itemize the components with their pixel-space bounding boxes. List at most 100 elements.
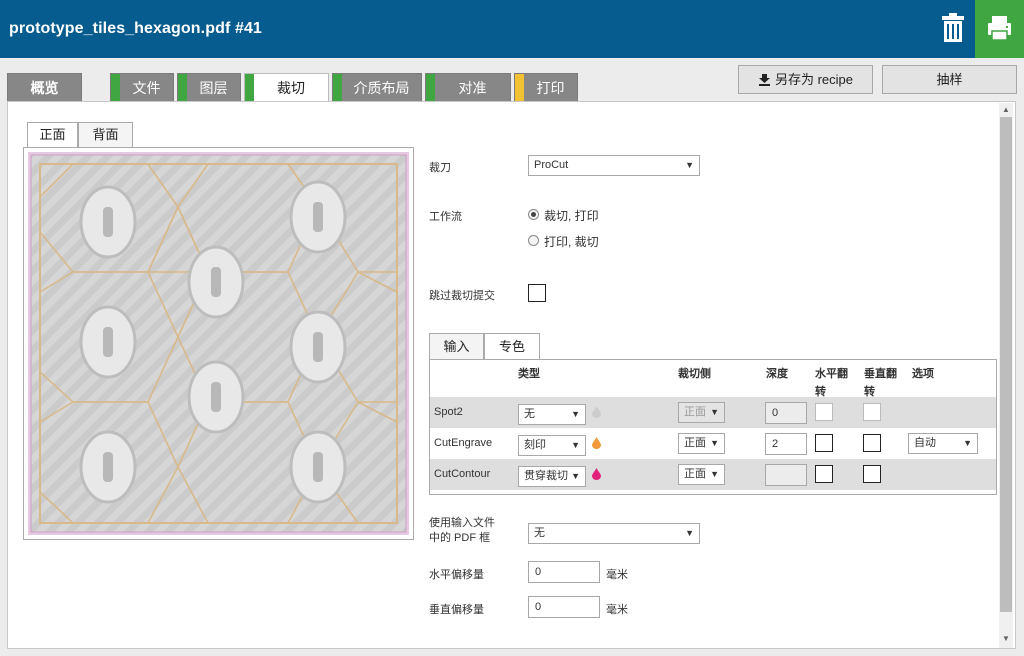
depth-input[interactable]: 2 xyxy=(765,433,807,455)
type-select[interactable]: 无 ▼ xyxy=(518,404,586,425)
tab-label: 输入 xyxy=(443,339,470,354)
chevron-down-icon: ▼ xyxy=(963,438,972,448)
workflow-option-label: 裁切, 打印 xyxy=(544,209,599,223)
tab-label: 图层 xyxy=(199,80,228,96)
workflow-radio-print-cut[interactable] xyxy=(528,235,539,246)
hexagon-tiles-preview xyxy=(28,152,409,535)
cutter-label: 裁刀 xyxy=(429,162,451,174)
status-mark xyxy=(515,74,524,102)
cut-side-select[interactable]: 正面 ▼ xyxy=(678,402,725,423)
tab-label: 打印 xyxy=(536,80,565,96)
printer-icon xyxy=(988,16,1011,41)
title-bar: prototype_tiles_hexagon.pdf #41 xyxy=(0,0,1024,58)
option-select[interactable]: 自动 ▼ xyxy=(908,433,978,454)
pdf-box-label-2: 中的 PDF 框 xyxy=(429,532,491,544)
drop-icon xyxy=(592,468,601,480)
select-value: 自动 xyxy=(914,437,936,449)
horizontal-offset-label: 水平偏移量 xyxy=(429,569,484,581)
cut-side-select[interactable]: 正面 ▼ xyxy=(678,433,725,454)
hflip-checkbox[interactable] xyxy=(815,403,833,421)
status-mark xyxy=(333,74,342,102)
print-button[interactable] xyxy=(975,0,1024,58)
tab-label: 背面 xyxy=(92,127,119,142)
tab-input[interactable]: 输入 xyxy=(429,333,484,360)
tab-label: 专色 xyxy=(498,339,525,354)
select-value: 刻印 xyxy=(524,439,546,451)
save-as-recipe-button[interactable]: 另存为 recipe xyxy=(738,65,873,94)
chevron-down-icon: ▼ xyxy=(710,469,719,479)
download-icon xyxy=(758,74,770,86)
hflip-checkbox[interactable] xyxy=(815,434,833,452)
chevron-down-icon: ▼ xyxy=(571,471,580,481)
status-mark xyxy=(245,74,254,102)
horizontal-offset-input[interactable]: 0 xyxy=(528,561,600,583)
workflow-radio-cut-print[interactable] xyxy=(528,209,539,220)
column-header-vflip: 垂直翻 xyxy=(864,368,897,380)
cutter-select[interactable]: ProCut ▼ xyxy=(528,155,700,176)
document-title: prototype_tiles_hexagon.pdf #41 xyxy=(9,20,262,37)
tab-file[interactable]: 文件 xyxy=(110,73,174,102)
tab-label: 介质布局 xyxy=(353,80,410,96)
vflip-checkbox[interactable] xyxy=(863,465,881,483)
select-value: 无 xyxy=(534,527,545,539)
depth-input[interactable]: 0 xyxy=(765,402,807,424)
tab-label: 正面 xyxy=(39,127,66,142)
status-mark xyxy=(178,74,187,102)
cut-side-select[interactable]: 正面 ▼ xyxy=(678,464,725,485)
hflip-checkbox[interactable] xyxy=(815,465,833,483)
chevron-down-icon: ▼ xyxy=(710,438,719,448)
trash-icon[interactable] xyxy=(938,11,968,45)
select-value: 无 xyxy=(524,408,535,420)
type-select[interactable]: 贯穿裁切 ▼ xyxy=(518,466,586,487)
depth-input[interactable] xyxy=(765,464,807,486)
unit-label: 毫米 xyxy=(606,604,628,616)
tab-front[interactable]: 正面 xyxy=(27,122,78,149)
column-header-cut-side: 裁切侧 xyxy=(678,368,711,380)
chevron-down-icon: ▼ xyxy=(710,407,719,417)
tab-label: 对准 xyxy=(458,80,487,96)
tab-label: 文件 xyxy=(132,80,161,96)
tab-overview[interactable]: 概览 xyxy=(7,73,82,101)
button-label: 抽样 xyxy=(936,72,963,87)
spot-name: CutEngrave xyxy=(434,437,493,449)
type-select[interactable]: 刻印 ▼ xyxy=(518,435,586,456)
chevron-down-icon: ▼ xyxy=(571,440,580,450)
workflow-label: 工作流 xyxy=(429,211,462,223)
sample-button[interactable]: 抽样 xyxy=(882,65,1017,94)
column-header-type: 类型 xyxy=(518,368,540,380)
select-value: ProCut xyxy=(534,159,569,171)
tab-cutting[interactable]: 裁切 xyxy=(244,73,329,103)
chevron-down-icon: ▼ xyxy=(571,409,580,419)
status-mark xyxy=(111,74,120,102)
tab-media-layout[interactable]: 介质布局 xyxy=(332,73,422,102)
vertical-offset-input[interactable]: 0 xyxy=(528,596,600,618)
vflip-checkbox[interactable] xyxy=(863,434,881,452)
scroll-up-icon[interactable]: ▲ xyxy=(1001,105,1011,115)
spot-name: CutContour xyxy=(434,468,491,480)
spot-name: Spot2 xyxy=(434,406,463,418)
vflip-checkbox[interactable] xyxy=(863,403,881,421)
unit-label: 毫米 xyxy=(606,569,628,581)
button-label: 另存为 recipe xyxy=(774,72,854,87)
scroll-down-icon[interactable]: ▼ xyxy=(1001,634,1011,644)
vertical-offset-label: 垂直偏移量 xyxy=(429,604,484,616)
column-header-options: 选项 xyxy=(912,368,934,380)
tab-print[interactable]: 打印 xyxy=(514,73,578,102)
vertical-scrollbar[interactable]: ▲ ▼ xyxy=(999,103,1013,648)
preview-panel xyxy=(23,147,414,540)
select-value: 正面 xyxy=(684,406,706,418)
column-header-hflip: 水平翻 xyxy=(815,368,848,380)
pdf-box-label: 使用输入文件 xyxy=(429,517,495,529)
select-value: 正面 xyxy=(684,468,706,480)
scroll-thumb[interactable] xyxy=(1000,117,1012,612)
tab-spot-color[interactable]: 专色 xyxy=(484,333,540,361)
workflow-option-label: 打印, 裁切 xyxy=(544,235,599,249)
drop-icon xyxy=(592,437,601,449)
pdf-box-select[interactable]: 无 ▼ xyxy=(528,523,700,544)
tab-alignment[interactable]: 对准 xyxy=(425,73,511,102)
skip-cut-checkbox[interactable] xyxy=(528,284,546,302)
status-mark xyxy=(426,74,435,102)
tab-label: 裁切 xyxy=(277,80,305,96)
tab-layers[interactable]: 图层 xyxy=(177,73,241,102)
tab-back[interactable]: 背面 xyxy=(78,122,133,148)
